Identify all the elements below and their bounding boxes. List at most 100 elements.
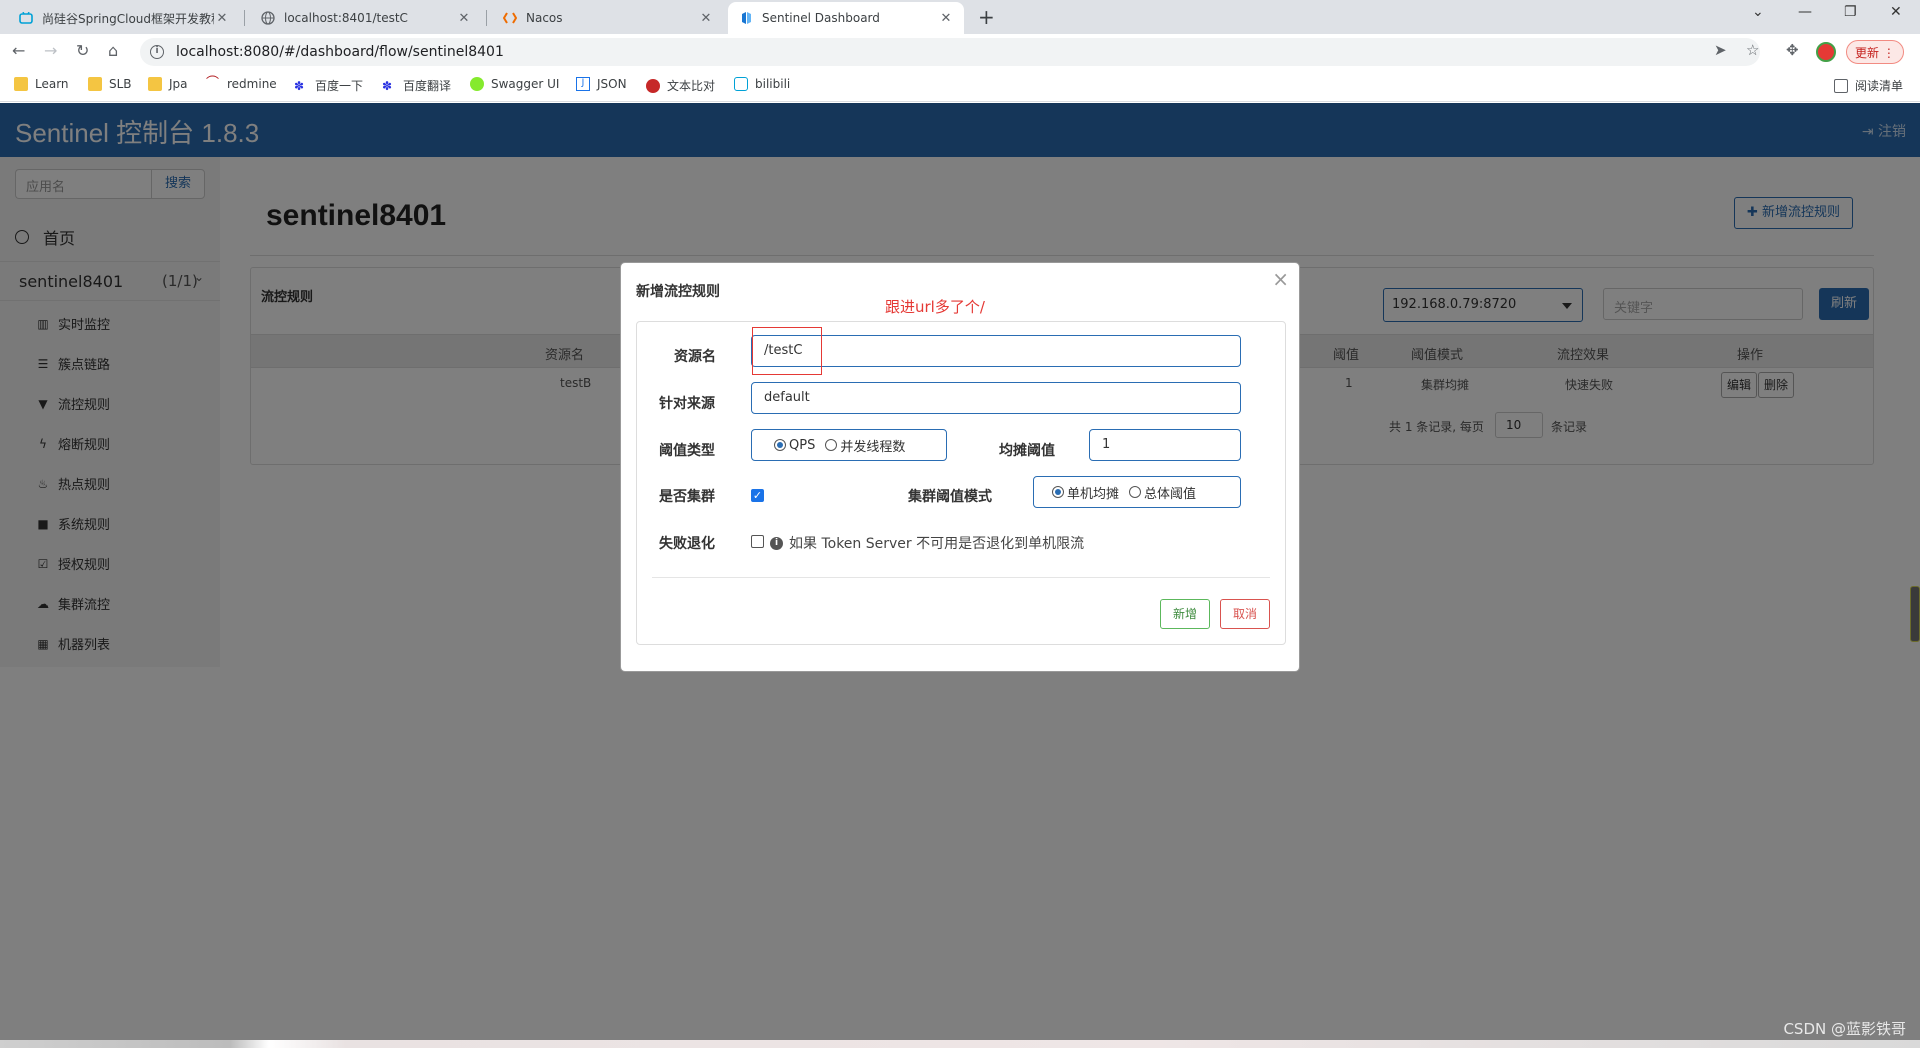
bookmark-label: Learn <box>35 77 69 91</box>
fallback-label: 失败退化 <box>659 536 715 552</box>
resource-name-input[interactable]: /testC <box>751 335 1241 367</box>
tab-nacos[interactable]: Nacos ✕ <box>492 2 724 34</box>
restore-icon[interactable]: ❐ <box>1844 4 1857 20</box>
threshold-count-input[interactable]: 1 <box>1089 429 1241 461</box>
extensions-icon[interactable]: ✥ <box>1786 41 1799 59</box>
bookmark-json[interactable]: J JSON <box>576 77 627 91</box>
swagger-icon <box>470 77 484 91</box>
folder-icon <box>148 77 162 91</box>
bookmark-label: JSON <box>597 77 627 91</box>
globe-icon <box>260 10 276 26</box>
fallback-hint-text: 如果 Token Server 不可用是否退化到单机限流 <box>789 536 1085 552</box>
add-button[interactable]: 新增 <box>1160 599 1210 629</box>
info-icon[interactable]: i <box>150 45 164 59</box>
baidu-icon: ✽ <box>382 78 393 93</box>
tab-title: localhost:8401/testC <box>284 11 408 25</box>
tab-search-icon[interactable]: ⌄ <box>1752 4 1764 20</box>
tab-springcloud[interactable]: 尚硅谷SpringCloud框架开发教程 ✕ <box>8 2 240 34</box>
bookmark-baidu-translate[interactable]: ✽ 百度翻译 <box>382 77 451 94</box>
cluster-mode-label: 集群阈值模式 <box>908 489 992 505</box>
resource-label: 资源名 <box>674 349 716 365</box>
url-text[interactable]: localhost:8080/#/dashboard/flow/sentinel… <box>176 44 504 60</box>
bookmark-baidu[interactable]: ✽ 百度一下 <box>294 77 363 94</box>
annotation-note: 跟进url多了个/ <box>885 298 985 316</box>
dialog-title: 新增流控规则 <box>636 284 720 300</box>
bookmark-jpa[interactable]: Jpa <box>148 77 188 91</box>
close-icon[interactable]: ✕ <box>456 11 472 26</box>
scrollbar-thumb[interactable] <box>1910 586 1920 642</box>
tab-separator <box>486 10 487 26</box>
bookmark-swagger[interactable]: Swagger UI <box>470 77 559 91</box>
cancel-button[interactable]: 取消 <box>1220 599 1270 629</box>
qps-option-label: QPS <box>789 437 816 453</box>
bookmark-label: 百度一下 <box>315 79 364 93</box>
bookmark-label: redmine <box>227 77 277 91</box>
nacos-icon <box>502 10 518 26</box>
reading-list[interactable]: 阅读清单 <box>1834 77 1903 94</box>
tab-localhost-testc[interactable]: localhost:8401/testC ✕ <box>250 2 482 34</box>
bookmark-text-compare[interactable]: 文本比对 <box>646 77 715 94</box>
threshold-type-label: 阈值类型 <box>659 443 715 459</box>
tab-sentinel-dashboard[interactable]: Sentinel Dashboard ✕ <box>728 2 964 34</box>
tab-title: 尚硅谷SpringCloud框架开发教程 <box>42 11 214 26</box>
reload-icon[interactable]: ↻ <box>76 41 89 60</box>
bookmark-label: 百度翻译 <box>403 79 452 93</box>
window-close-icon[interactable]: ✕ <box>1890 4 1902 20</box>
divider <box>652 577 1270 578</box>
source-label: 针对来源 <box>659 396 715 412</box>
global-threshold-radio[interactable] <box>1129 486 1142 498</box>
bookmarks-bar: Learn SLB Jpa ⌒ redmine ✽ 百度一下 ✽ 百度翻译 Swagg… <box>0 70 1920 102</box>
bilibili-icon <box>18 10 34 26</box>
minimize-icon[interactable]: — <box>1798 4 1812 20</box>
thread-option-label: 并发线程数 <box>840 439 906 455</box>
new-tab-button[interactable]: + <box>978 5 995 29</box>
forward-icon[interactable]: → <box>44 41 57 60</box>
bookmark-learn[interactable]: Learn <box>14 77 69 91</box>
qps-radio[interactable] <box>774 439 786 451</box>
back-icon[interactable]: ← <box>12 41 25 60</box>
tab-title: Sentinel Dashboard <box>762 11 880 25</box>
cluster-checkbox[interactable]: ✓ <box>751 489 764 502</box>
update-button[interactable]: 更新 ⋮ <box>1846 40 1904 64</box>
bookmark-bilibili[interactable]: bilibili <box>734 77 790 91</box>
thread-count-radio[interactable] <box>825 439 838 451</box>
bookmark-label: Swagger UI <box>491 77 560 91</box>
close-icon[interactable]: × <box>1272 267 1289 291</box>
single-avg-radio[interactable] <box>1052 486 1064 498</box>
threshold-type-group: QPS 并发线程数 <box>751 429 947 461</box>
tab-title: Nacos <box>526 11 563 25</box>
profile-avatar[interactable] <box>1816 42 1836 62</box>
close-icon[interactable]: ✕ <box>698 11 714 26</box>
bookmark-label: bilibili <box>755 77 791 91</box>
sentinel-icon <box>738 10 754 26</box>
annotation-highlight-box <box>752 327 822 375</box>
close-icon[interactable]: ✕ <box>214 11 230 26</box>
home-icon[interactable]: ⌂ <box>108 41 118 60</box>
send-icon[interactable]: ➤ <box>1714 41 1727 59</box>
bookmark-slb[interactable]: SLB <box>88 77 132 91</box>
taskbar-strip <box>0 1040 1920 1048</box>
folder-icon <box>88 77 102 91</box>
global-option-label: 总体阈值 <box>1144 486 1197 502</box>
single-avg-option-label: 单机均摊 <box>1067 486 1120 502</box>
cluster-mode-group: 单机均摊 总体阈值 <box>1033 476 1241 508</box>
close-icon[interactable]: ✕ <box>938 11 954 26</box>
redmine-icon: ⌒ <box>206 76 220 91</box>
omnibox[interactable]: i localhost:8080/#/dashboard/flow/sentin… <box>140 38 1760 66</box>
bookmark-label: Jpa <box>169 77 188 91</box>
update-label: 更新 <box>1855 46 1880 60</box>
reading-list-label: 阅读清单 <box>1855 79 1904 93</box>
browser-tab-bar: 尚硅谷SpringCloud框架开发教程 ✕ localhost:8401/te… <box>0 0 1920 34</box>
info-icon: i <box>770 536 783 550</box>
address-bar: ← → ↻ ⌂ i localhost:8080/#/dashboard/flo… <box>0 34 1920 70</box>
limit-app-input[interactable]: default <box>751 382 1241 414</box>
bookmark-redmine[interactable]: ⌒ redmine <box>206 76 277 92</box>
bilibili-icon <box>734 77 748 91</box>
reading-list-icon <box>1834 78 1848 93</box>
fallback-checkbox[interactable] <box>751 535 764 548</box>
fallback-hint: i 如果 Token Server 不可用是否退化到单机限流 <box>770 533 1084 553</box>
watermark: CSDN @蓝影铁哥 <box>1783 1020 1906 1038</box>
bookmark-label: 文本比对 <box>667 79 716 93</box>
star-icon[interactable]: ☆ <box>1746 41 1759 59</box>
cluster-label: 是否集群 <box>659 489 715 505</box>
